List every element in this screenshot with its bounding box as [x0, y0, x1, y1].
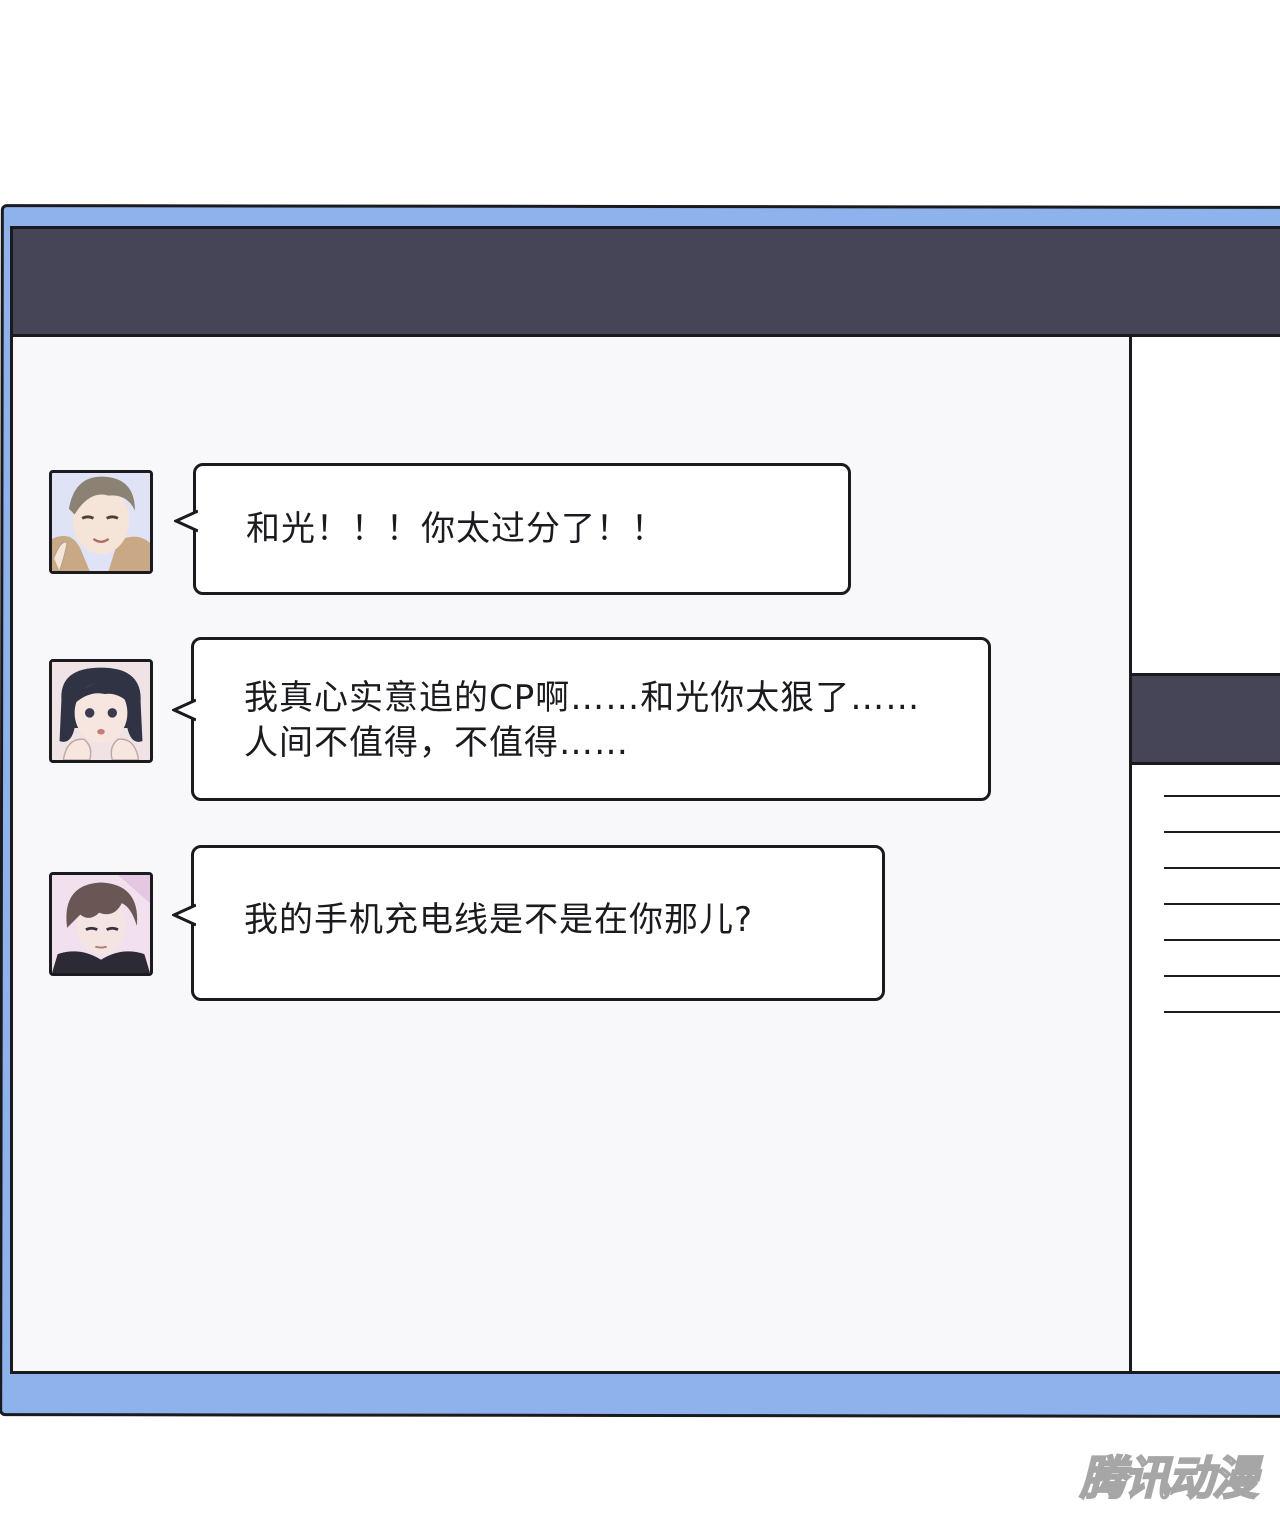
avatar-female-bob-hair-icon: [52, 662, 150, 760]
message-bubble[interactable]: 我的手机充电线是不是在你那儿?: [172, 845, 885, 1001]
message-text-line: 和光！！！你太过分了！！: [246, 509, 666, 549]
bubble-tail-icon: [174, 509, 198, 533]
side-panel-line: [1164, 939, 1280, 941]
bubble-tail-icon: [172, 903, 196, 927]
chat-area[interactable]: 和光！！！你太过分了！！ 我真心实意追的CP啊……和光你太狠了…… 人间不值得，…: [13, 337, 1129, 1371]
avatar[interactable]: [49, 659, 153, 763]
side-panel-header: [1132, 673, 1280, 765]
side-panel-line: [1164, 867, 1280, 869]
chat-window: 和光！！！你太过分了！！ 我真心实意追的CP啊……和光你太狠了…… 人间不值得，…: [10, 226, 1280, 1374]
avatar[interactable]: [49, 470, 153, 574]
avatar[interactable]: [49, 872, 153, 976]
side-panel-line: [1164, 903, 1280, 905]
side-panel-line: [1164, 975, 1280, 977]
watermark-logo: 腾讯动漫: [1079, 1450, 1259, 1506]
message-text-line: 我的手机充电线是不是在你那儿?: [244, 900, 754, 940]
message-text-line: 人间不值得，不值得……: [244, 723, 629, 763]
bubble-tail-icon: [172, 698, 196, 722]
side-panel-line: [1164, 831, 1280, 833]
avatar-male-short-hair-icon: [52, 473, 150, 571]
message-text-line: 我真心实意追的CP啊……和光你太狠了……: [244, 678, 921, 718]
side-panel-line: [1164, 795, 1280, 797]
message-bubble[interactable]: 我真心实意追的CP啊……和光你太狠了…… 人间不值得，不值得……: [172, 637, 991, 801]
side-panel-line: [1164, 1011, 1280, 1013]
message-bubble[interactable]: 和光！！！你太过分了！！: [174, 463, 851, 595]
avatar-male-long-bangs-icon: [52, 875, 150, 973]
title-bar: [13, 229, 1280, 337]
side-panel: [1129, 337, 1280, 1371]
